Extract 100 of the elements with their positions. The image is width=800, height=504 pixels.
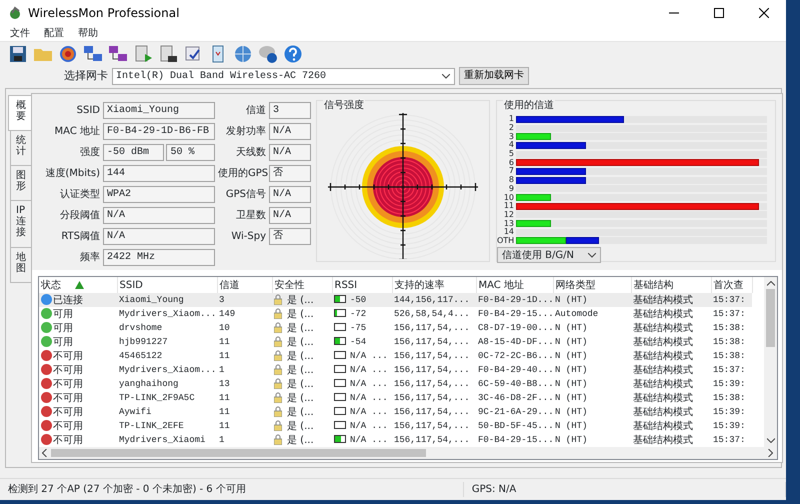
side-tab[interactable]: 地图 [10, 247, 31, 283]
minimize-icon[interactable] [668, 12, 678, 14]
scroll-left-icon[interactable] [42, 449, 47, 457]
column-header[interactable]: 支持的速率 [394, 280, 444, 290]
table-cell: A8-15-4D-DF... [478, 337, 553, 347]
lock-icon [274, 392, 282, 402]
maximize-icon[interactable] [714, 8, 724, 18]
column-header[interactable]: MAC 地址 [478, 280, 524, 290]
table-cell: 149 [219, 309, 236, 319]
table-cell: 是 (... [287, 364, 314, 376]
table-row[interactable]: 不可用 45465122 11 是 (... N/A ... 156,117,54,... 0C-72-2C-B6...N (HT) 基础结构模式 15:38: [39, 349, 752, 363]
column-header[interactable]: RSSI [334, 280, 358, 290]
menu-item[interactable]: 配置 [44, 26, 64, 40]
status-text: GPS: N/A [464, 482, 786, 497]
column-header[interactable]: 信道 [220, 280, 240, 290]
table-cell: N/A ... [350, 393, 388, 403]
table-cell: 15:39: [713, 407, 746, 417]
table-cell: 11 [219, 393, 230, 403]
table-cell: N/A ... [350, 421, 388, 431]
status-text: 可用 [53, 336, 73, 348]
rssi-meter [334, 337, 346, 345]
table-cell: 基础结构模式 [633, 420, 693, 432]
column-header[interactable]: 状态 [41, 280, 61, 290]
channel-label: 10 [502, 194, 515, 202]
globe-icon[interactable] [233, 44, 253, 64]
table-row[interactable]: 可用 hjb991227 11 是 (... -54 156,117,54,... A8-15-4D-DF...N (HT) 基础结构模式 15:38: [39, 335, 752, 349]
table-cell: 是 (... [287, 308, 314, 320]
vertical-scrollbar[interactable] [764, 277, 777, 447]
table-row[interactable]: 不可用 Mydrivers_Xiaomi 1 是 (... N/A ... 156,117,54,... F0-B4-29-15...N (HT) 基础结构模式 15:37: [39, 433, 752, 447]
column-header[interactable]: 首次查 [714, 280, 744, 290]
table-cell: 156,117,54,... [394, 323, 470, 333]
table-cell: 基础结构模式 [633, 392, 693, 404]
channel-label: 7 [508, 167, 515, 176]
table-cell: 1 [219, 435, 224, 445]
side-tab[interactable]: 概要 [8, 95, 31, 131]
scroll-right-icon[interactable] [768, 449, 773, 457]
menu-item[interactable]: 帮助 [78, 26, 98, 40]
value-field: WPA2 [103, 186, 215, 203]
table-cell: 15:37: [713, 435, 746, 445]
field-label: 使用的GPS [218, 167, 266, 181]
document-icon[interactable] [158, 44, 178, 64]
scroll-up-icon[interactable] [766, 281, 774, 286]
adapter-dropdown[interactable]: Intel(R) Dual Band Wireless-AC 7260 [112, 68, 455, 84]
help-icon[interactable] [283, 44, 303, 64]
table-cell: N (HT) [555, 365, 588, 375]
table-cell: -54 [350, 337, 366, 347]
value-field: N/A [103, 207, 215, 224]
lock-icon [274, 350, 282, 360]
target-icon[interactable] [58, 44, 78, 64]
value-field: 2422 MHz [103, 249, 215, 266]
table-cell: Aywifi [119, 407, 152, 417]
table-cell: N (HT) [555, 435, 588, 445]
network-icon[interactable] [108, 44, 128, 64]
table-cell: 11 [219, 407, 230, 417]
column-header[interactable]: SSID [120, 280, 143, 290]
table-row[interactable]: 可用 Mydrivers_Xiaom... 149 是 (... -72 526,58,54,4... F0-B4-29-15...Automode 基础结构模式 15:37: [39, 307, 752, 321]
window-title: WirelessMon Professional [28, 4, 180, 22]
table-cell: 3 [219, 295, 224, 305]
table-cell: -72 [350, 309, 366, 319]
table-cell: N/A ... [350, 435, 388, 445]
table-cell: drvshome [119, 323, 162, 333]
table-row[interactable]: 不可用 Aywifi 11 是 (... N/A ... 156,117,54,... 9C-21-6A-29...N (HT) 基础结构模式 15:39: [39, 405, 752, 419]
table-cell: 基础结构模式 [633, 308, 693, 320]
network-icon[interactable] [83, 44, 103, 64]
table-cell: 是 (... [287, 434, 314, 446]
column-header[interactable]: 网络类型 [556, 280, 596, 290]
table-row[interactable]: 不可用 TP-LINK_2EFE 11 是 (... N/A ... 156,117,54,... 50-BD-5F-45...N (HT) 基础结构模式 15:39: [39, 419, 752, 433]
scrollbar-thumb[interactable] [51, 449, 426, 457]
table-row[interactable]: 已连接 Xiaomi_Young 3 是 (... -50 144,156,117... F0-B4-29-1D...N (HT) 基础结构模式 15:37: [39, 293, 752, 307]
table-row[interactable]: 不可用 Mydrivers_Xiaom... 1 是 (... N/A ... 156,117,54,... F0-B4-29-40...N (HT) 基础结构模式 15:37: [39, 363, 752, 377]
table-row[interactable]: 不可用 TP-LINK_2F9A5C 11 是 (... N/A ... 156,117,54,... 3C-46-D8-2F...N (HT) 基础结构模式 15:38: [39, 391, 752, 405]
table-cell: 基础结构模式 [633, 406, 693, 418]
save-icon[interactable] [8, 44, 28, 64]
table-cell: 526,58,54,4... [394, 309, 470, 319]
reload-adapter-button[interactable]: 重新加载网卡 [459, 67, 529, 85]
column-header[interactable]: 基础结构 [634, 280, 674, 290]
status-text: 不可用 [53, 350, 83, 362]
column-header[interactable]: 安全性 [274, 280, 304, 290]
channel-label: 9 [508, 184, 515, 193]
table-cell: N (HT) [555, 379, 588, 389]
field-label: RTS阈值 [60, 230, 100, 244]
document-play-icon[interactable] [133, 44, 153, 64]
scrollbar-thumb[interactable] [766, 289, 775, 347]
value-field: 3 [269, 102, 311, 119]
horizontal-scrollbar[interactable] [39, 447, 777, 459]
table-row[interactable]: 不可用 yanghaihong 13 是 (... N/A ... 156,117,54,... 6C-59-40-B8...N (HT) 基础结构模式 15:39: [39, 377, 752, 391]
scroll-down-icon[interactable] [766, 438, 774, 443]
lock-icon [274, 322, 282, 332]
channel-filter-dropdown[interactable]: 信道使用 B/G/N [497, 247, 601, 264]
table-cell: F0-B4-29-40... [478, 365, 553, 375]
close-icon[interactable] [758, 8, 768, 18]
channel-label: OTH [497, 236, 516, 245]
table-row[interactable]: 可用 drvshome 10 是 (... -75 156,117,54,... C8-D7-19-00...N (HT) 基础结构模式 15:38: [39, 321, 752, 335]
table-cell: 是 (... [287, 406, 314, 418]
table-cell: Mydrivers_Xiaomi [119, 435, 206, 445]
table-cell: -50 [350, 295, 366, 305]
menu-item[interactable]: 文件 [10, 26, 30, 40]
chat-info-icon[interactable] [258, 44, 278, 64]
table-cell: N (HT) [555, 323, 588, 333]
table-cell: 是 (... [287, 420, 314, 432]
